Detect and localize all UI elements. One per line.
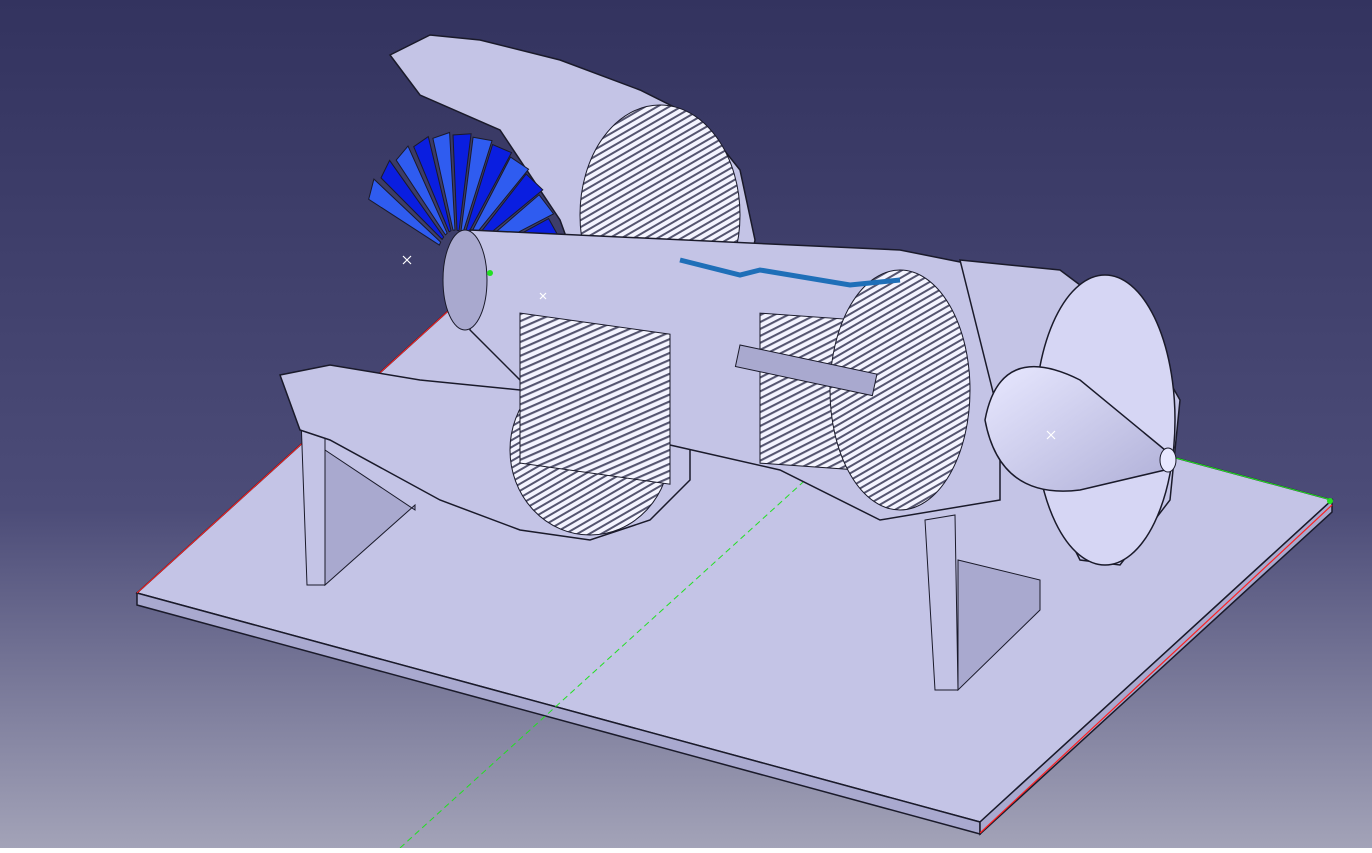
cad-3d-viewport[interactable] — [0, 0, 1372, 849]
spinner-hub — [442, 229, 488, 331]
end-point — [1327, 498, 1333, 504]
engine-model-scene[interactable] — [0, 0, 1372, 849]
origin-point — [487, 270, 493, 276]
compressor-stages — [519, 312, 671, 485]
